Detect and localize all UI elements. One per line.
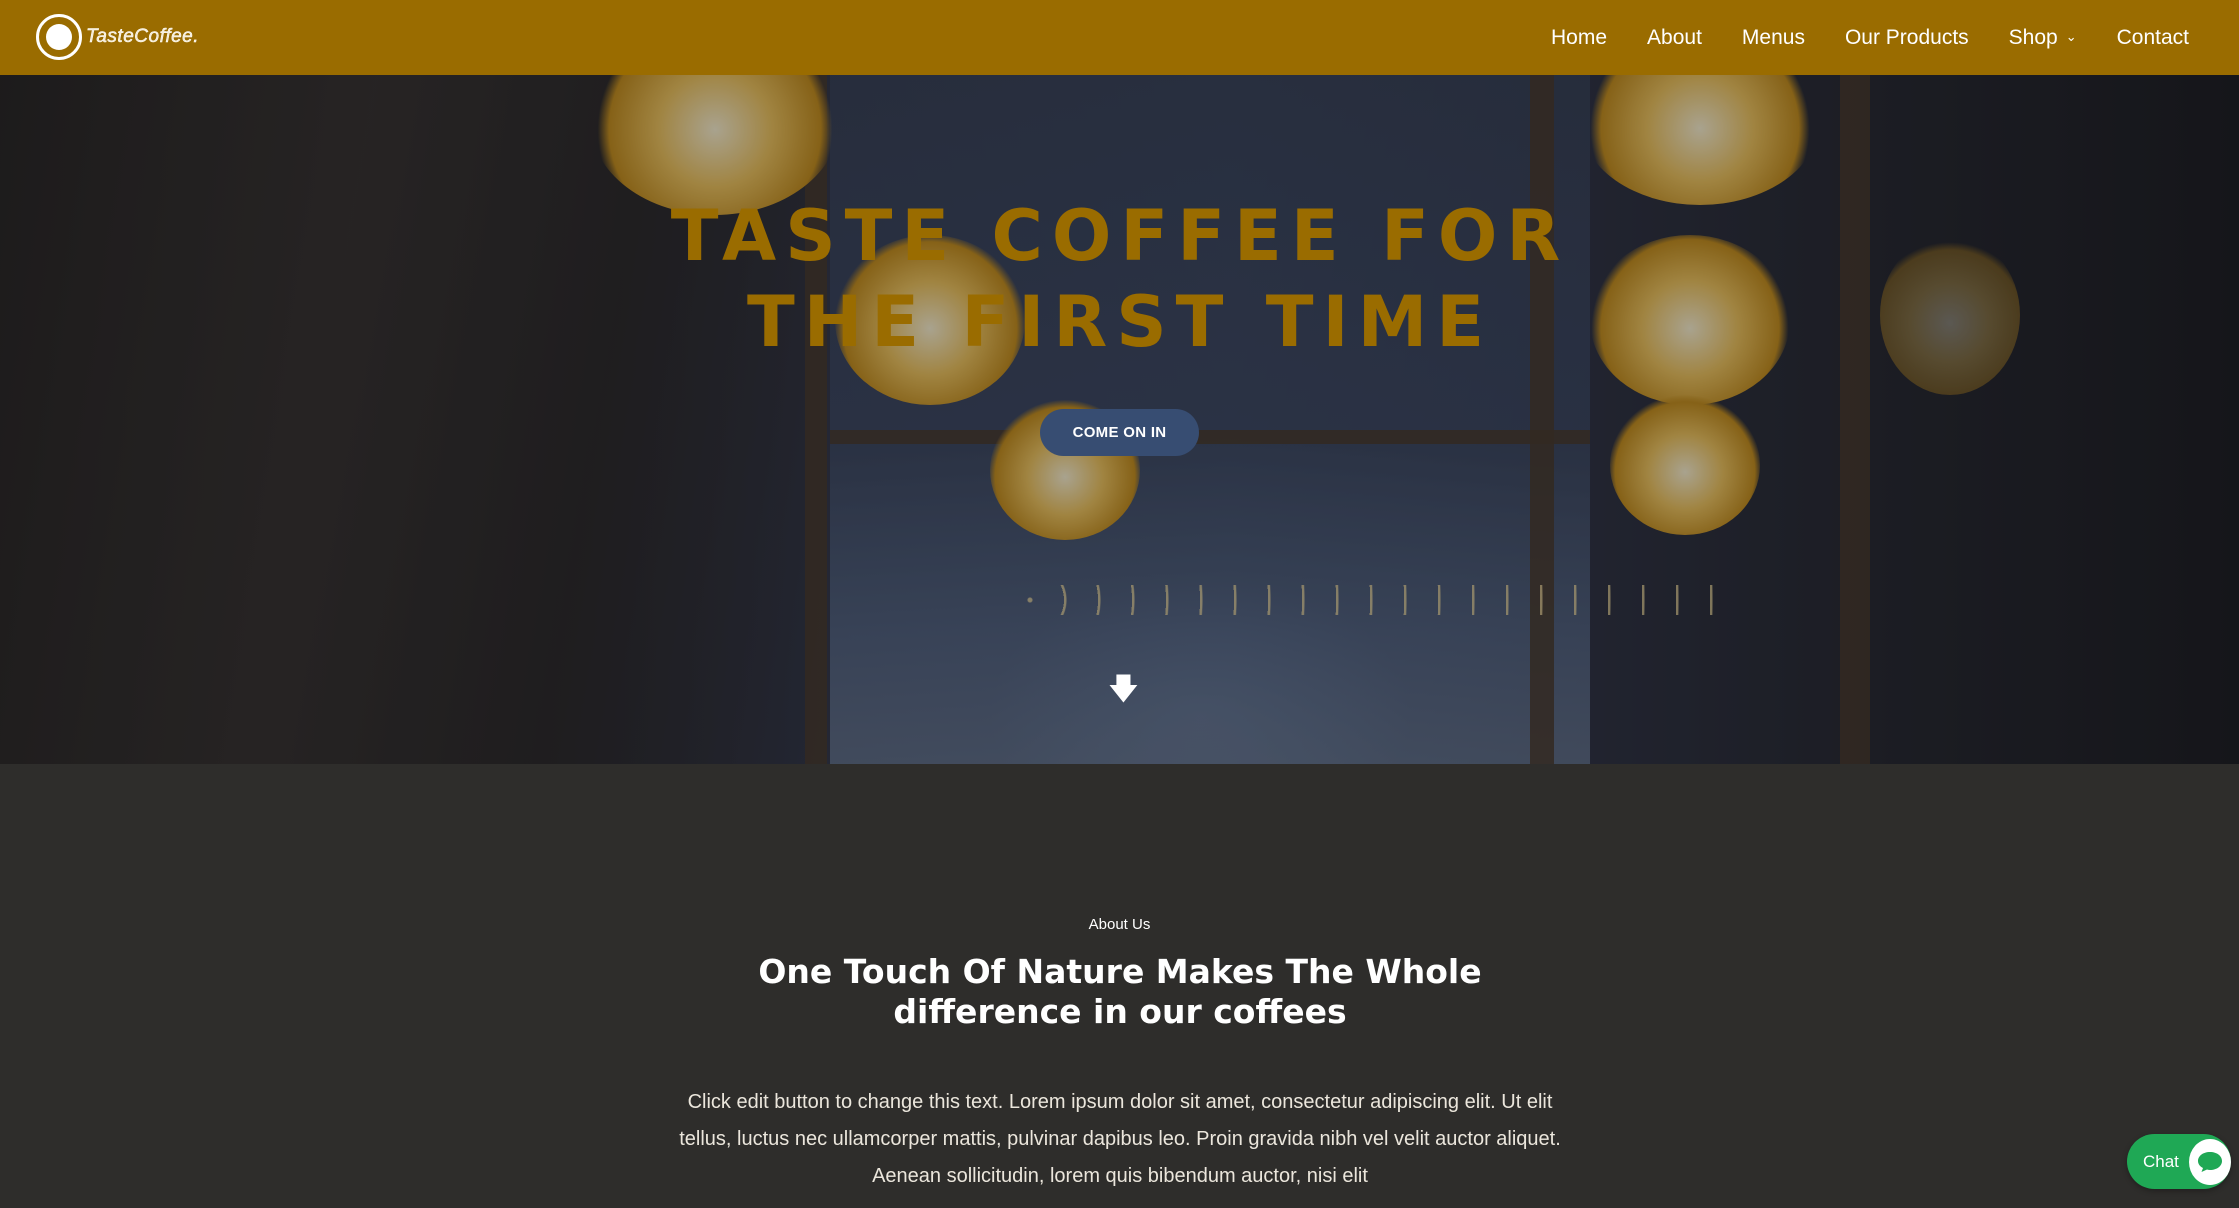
nav-item-contact[interactable]: Contact bbox=[2117, 26, 2189, 50]
about-title: One Touch Of Nature Makes The Whole diff… bbox=[758, 952, 1482, 1031]
nav-item-shop-label: Shop bbox=[2008, 25, 2058, 49]
chat-label: Chat bbox=[2143, 1151, 2179, 1171]
come-on-in-button[interactable]: COME ON IN bbox=[1040, 409, 1199, 456]
logo-text: TasteCoffee. bbox=[86, 26, 200, 48]
hero-section: TASTE COFFEE FOR THE FIRST TIME COME ON … bbox=[0, 75, 2239, 764]
nav-item-menus[interactable]: Menus bbox=[1742, 26, 1805, 50]
arrow-down-icon[interactable]: 🡇 bbox=[1108, 673, 1139, 707]
about-eyebrow: About Us bbox=[1088, 916, 1151, 933]
nav-item-shop[interactable]: Shop ⌄ bbox=[2009, 26, 2077, 50]
site-header: TasteCoffee. Home About Menus Our Produc… bbox=[0, 0, 2239, 75]
hero-title: TASTE COFFEE FOR THE FIRST TIME bbox=[670, 195, 1570, 363]
nav-item-about[interactable]: About bbox=[1647, 26, 1702, 50]
chevron-down-icon: ⌄ bbox=[2065, 28, 2077, 44]
about-body-text: Click edit button to change this text. L… bbox=[679, 1091, 1561, 1187]
main-nav: Home About Menus Our Products Shop ⌄ Con… bbox=[1551, 0, 2189, 75]
nav-item-home[interactable]: Home bbox=[1551, 26, 1607, 50]
site-logo[interactable]: TasteCoffee. bbox=[36, 12, 199, 62]
about-section: About Us One Touch Of Nature Makes The W… bbox=[0, 764, 2239, 1208]
chat-button[interactable]: Chat bbox=[2127, 1134, 2231, 1189]
coffee-cup-logo-icon bbox=[36, 14, 82, 60]
chat-bubble-icon bbox=[2188, 1138, 2231, 1185]
nav-item-our-products[interactable]: Our Products bbox=[1845, 26, 1969, 50]
